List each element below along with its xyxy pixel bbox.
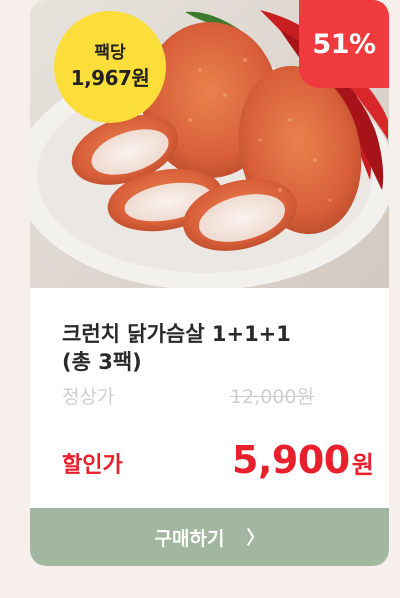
per-pack-price-badge: 팩당 1,967원: [54, 11, 166, 123]
sale-price-row: 할인가 5,900원: [62, 438, 374, 482]
original-price-label: 정상가: [62, 386, 115, 408]
chevron-right-icon: 〉: [246, 528, 265, 549]
sale-price: 5,900원: [232, 438, 374, 482]
product-title-line2: (총 3팩): [62, 350, 142, 374]
product-title[interactable]: 크런치 닭가슴살 1+1+1 (총 3팩): [62, 320, 362, 376]
sale-price-value: 5,900: [232, 438, 350, 482]
buy-button-label: 구매하기: [154, 527, 225, 550]
sale-price-currency: 원: [351, 451, 374, 479]
original-price: 12,000원: [230, 386, 314, 408]
product-card[interactable]: 팩당 1,967원 51% 크런치 닭가슴살 1+1+1 (총 3팩) 정상가 …: [30, 0, 389, 566]
per-pack-price: 1,967원: [70, 66, 150, 90]
original-price-row: 정상가 12,000원: [62, 382, 362, 410]
product-title-line1: 크런치 닭가슴살 1+1+1: [62, 322, 291, 346]
per-pack-label: 팩당: [94, 43, 126, 63]
buy-button[interactable]: 구매하기 〉: [30, 508, 389, 566]
sale-price-label: 할인가: [62, 453, 123, 478]
discount-badge: 51%: [299, 0, 389, 88]
product-image[interactable]: 팩당 1,967원 51%: [30, 0, 389, 288]
